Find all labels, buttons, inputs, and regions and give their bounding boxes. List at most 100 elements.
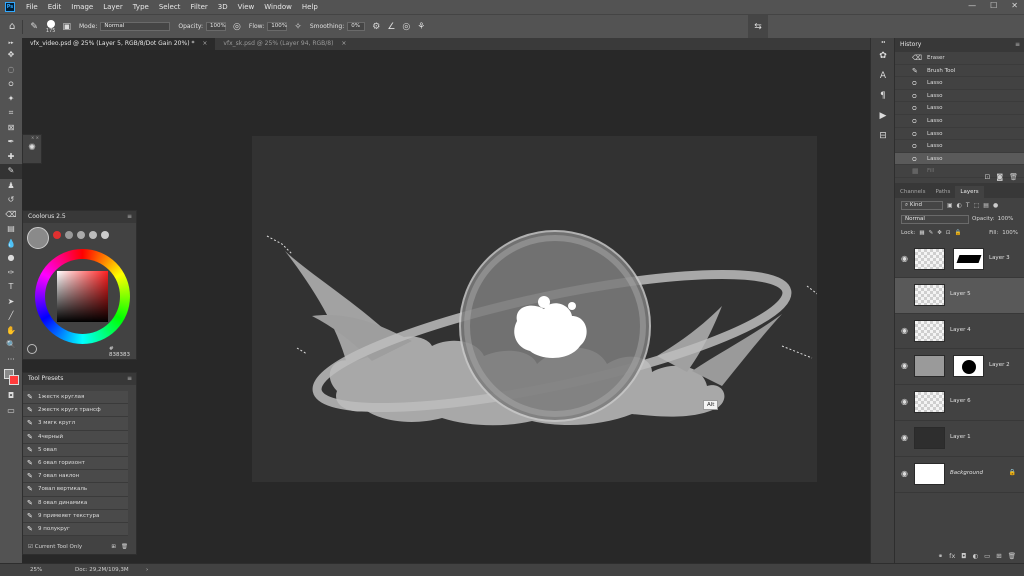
character-dock-icon[interactable]: A [871,66,895,86]
menu-help[interactable]: Help [297,3,323,11]
opacity-field[interactable]: 100% [206,22,227,31]
actions-dock-icon[interactable]: ▶ [871,106,895,126]
frame-tool-icon[interactable]: ⊠ [0,121,22,136]
mode-icon[interactable] [65,231,73,239]
delete-layer-icon[interactable]: 🗑 [1008,552,1016,560]
filter-adjust-icon[interactable]: ◐ [957,202,962,209]
current-tool-only-checkbox[interactable]: ☑ [28,544,33,550]
layer-mask-thumbnail[interactable] [953,355,984,378]
visibility-eye-icon[interactable]: ◉ [901,361,908,370]
layer-row-layer-6[interactable]: ◉ Layer 6 [895,385,1024,421]
hand-tool-icon[interactable]: ✋ [0,324,22,339]
more-tools-icon[interactable]: ··· [0,353,22,368]
airbrush-icon[interactable]: ✧ [294,22,302,32]
visibility-eye-icon[interactable]: ◉ [901,254,908,263]
zoom-level[interactable]: 25% [30,564,42,576]
preset-item[interactable]: 4черный [23,430,128,444]
history-brush-icon[interactable]: ↺ [0,193,22,208]
brush-tool-icon[interactable]: ✎ [0,164,22,179]
panel-menu-icon[interactable]: ≡ [127,373,132,385]
red-dot-icon[interactable] [53,231,61,239]
gear-icon[interactable]: ⚙ [372,22,380,32]
smoothing-field[interactable]: 0% [347,22,366,31]
preset-item[interactable]: 3 мягк кругл [23,417,128,431]
history-item[interactable]: ⌫ Eraser [895,52,1024,65]
opacity-value[interactable]: 100% [998,216,1014,222]
healing-brush-icon[interactable]: ✚ [0,150,22,165]
dodge-tool-icon[interactable]: ● [0,251,22,266]
filter-smart-icon[interactable]: ▤ [983,202,989,209]
crop-tool-icon[interactable]: ⌗ [0,106,22,121]
flow-field[interactable]: 100% [267,22,288,31]
color-wheel[interactable] [35,249,130,344]
paragraph-dock-icon[interactable]: ¶ [871,86,895,106]
blend-mode-select[interactable]: Normal [901,214,969,224]
history-item[interactable]: ᴑ Lasso [895,128,1024,141]
layer-row-layer-5[interactable]: Layer 5 [895,277,1024,314]
preset-item[interactable]: 9 примеяет текстура [23,509,128,523]
link-layers-icon[interactable]: ⚭ [938,552,943,560]
home-icon[interactable]: ⌂ [9,21,15,32]
lock-icon[interactable]: 🔒 [1009,469,1016,476]
kind-filter-select[interactable]: ⌕ Kind [901,200,943,210]
panel-close-icon[interactable]: × × [23,135,41,143]
preset-item[interactable]: 5 овал [23,443,128,457]
gradient-tool-icon[interactable]: ▤ [0,222,22,237]
layer-row-layer-2[interactable]: ◉ Layer 2 [895,349,1024,386]
brush-preset-picker[interactable]: 175 [46,19,55,34]
toolbar-grip-icon[interactable]: ▸▸ [0,38,22,48]
history-item[interactable]: ✎ Brush Tool [895,65,1024,78]
visibility-eye-icon[interactable]: ◉ [901,469,908,478]
mode-select[interactable]: Normal [100,22,171,31]
background-color-swatch[interactable] [9,375,19,385]
hex-value[interactable]: # 838383 [109,346,136,358]
delete-preset-icon[interactable]: 🗑 [121,541,128,554]
close-icon[interactable]: ✕ [1011,1,1018,10]
panel-menu-icon[interactable]: ≡ [1015,38,1020,52]
filter-toggle-icon[interactable]: ● [993,202,998,209]
layer-row-layer-4[interactable]: ◉ Layer 4 [895,314,1024,350]
path-select-icon[interactable]: ➤ [0,295,22,310]
visibility-eye-icon[interactable]: ◉ [901,397,908,406]
color-swatches[interactable] [0,367,22,389]
menu-file[interactable]: File [21,3,43,11]
preset-item[interactable]: 1жестк круглая [23,391,128,405]
menu-filter[interactable]: Filter [185,3,212,11]
menu-image[interactable]: Image [66,3,98,11]
pressure-size-icon[interactable]: ◎ [402,22,410,32]
current-color-swatch[interactable] [27,227,49,249]
layer-row-layer-3[interactable]: ◉ Layer 3 [895,242,1024,278]
tab-vfx-sk[interactable]: vfx_sk.psd @ 25% (Layer 94, RGB/8) × [215,38,355,50]
filter-shape-icon[interactable]: ⬚ [974,202,980,209]
new-layer-icon[interactable]: ⊞ [996,552,1001,560]
eyedropper-tool-icon[interactable]: ✒ [0,135,22,150]
line-tool-icon[interactable]: ╱ [0,309,22,324]
magic-wand-icon[interactable]: ✦ [0,92,22,107]
quick-mask-icon[interactable]: ◘ [0,389,22,404]
mode-icon[interactable] [101,231,109,239]
saturation-box[interactable] [57,271,108,322]
eraser-tool-icon[interactable]: ⌫ [0,208,22,223]
maximize-icon[interactable]: ☐ [990,1,997,10]
properties-dock-icon[interactable]: ⊟ [871,126,895,146]
menu-select[interactable]: Select [154,3,186,11]
artboard[interactable]: Alt [252,136,821,482]
preset-item[interactable]: 2жестк кругл трансф [23,404,128,418]
preset-item[interactable]: 7овал вертикаль [23,483,128,497]
tab-channels[interactable]: Channels [895,186,930,198]
adjustment-layer-icon[interactable]: ◐ [972,552,978,560]
history-item[interactable]: ᴑ Lasso [895,77,1024,90]
fill-value[interactable]: 100% [1002,230,1018,236]
history-item[interactable]: ᴑ Lasso [895,115,1024,128]
preset-item[interactable]: 7 овал наклон [23,470,128,484]
brush-settings-icon[interactable]: ✺ [23,143,41,153]
menu-edit[interactable]: Edit [43,3,67,11]
close-tab-icon[interactable]: × [202,40,207,47]
visibility-eye-icon[interactable]: ◉ [901,433,908,442]
menu-layer[interactable]: Layer [98,3,128,11]
layer-row-layer-1[interactable]: ◉ Layer 1 [895,421,1024,457]
filter-pixel-icon[interactable]: ▣ [947,202,953,209]
dock-grip-icon[interactable]: ◂◂ [871,38,895,46]
new-document-icon[interactable]: ⊡ [984,173,990,181]
mode-icon[interactable] [89,231,97,239]
